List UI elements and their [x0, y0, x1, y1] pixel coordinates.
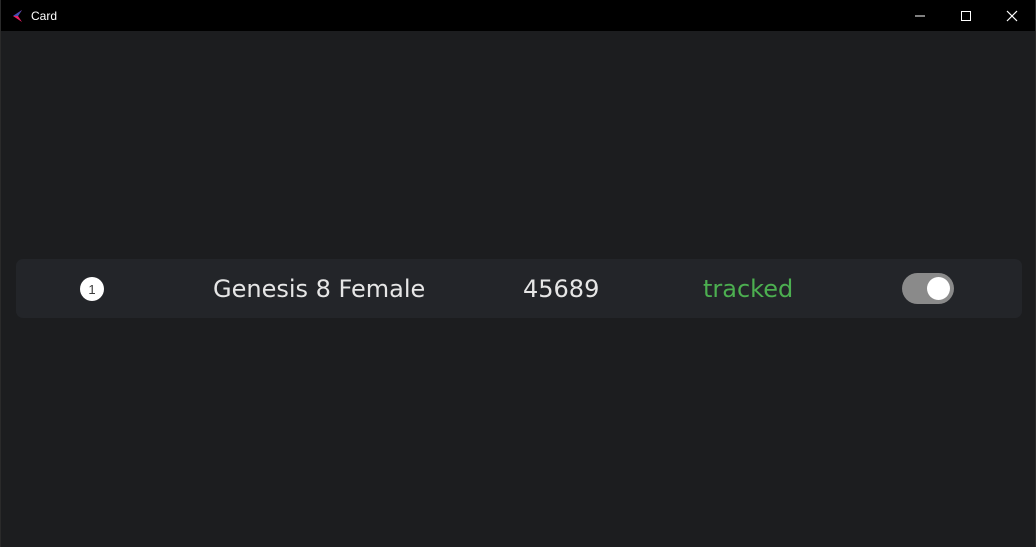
item-name: Genesis 8 Female: [213, 275, 426, 303]
status-label: tracked: [703, 275, 794, 303]
item-card: 1 Genesis 8 Female 45689 tracked: [16, 259, 1022, 318]
maximize-icon: [961, 10, 971, 21]
item-count: 45689: [523, 275, 600, 303]
window-controls: [897, 0, 1035, 31]
window-title: Card: [31, 8, 58, 23]
minimize-button[interactable]: [897, 0, 943, 31]
index-badge: 1: [80, 277, 104, 301]
title-bar: Card: [1, 0, 1035, 31]
close-icon: [1006, 10, 1018, 21]
minimize-icon: [915, 15, 925, 16]
app-window: Card 1 Genesis 8 Female 45689 tracked: [0, 0, 1036, 547]
toggle-knob: [927, 277, 950, 300]
app-chevron-icon: [9, 8, 25, 24]
tracking-toggle[interactable]: [902, 273, 954, 304]
close-button[interactable]: [989, 0, 1035, 31]
maximize-button[interactable]: [943, 0, 989, 31]
